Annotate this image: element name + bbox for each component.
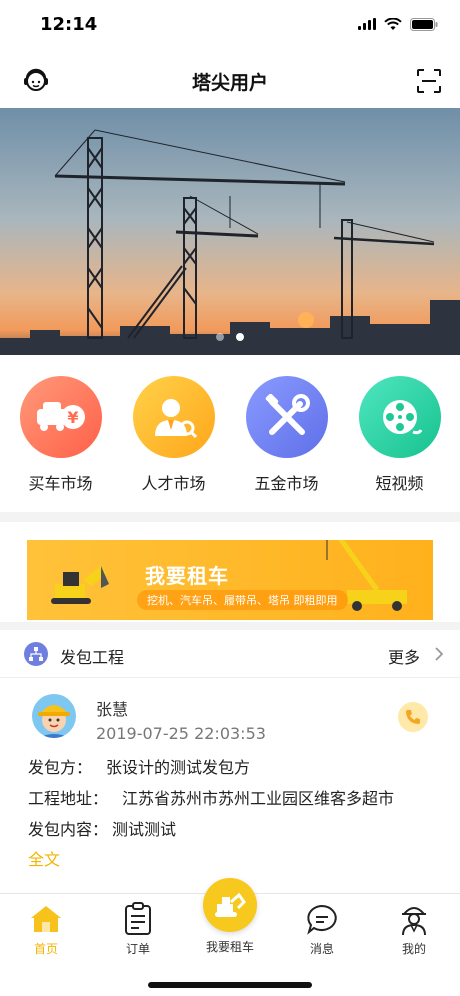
section-divider — [0, 622, 460, 630]
tab-home[interactable]: 首页 — [0, 894, 92, 964]
tab-messages[interactable]: 消息 — [276, 894, 368, 964]
post-time: 2019-07-25 22:03:53 — [96, 724, 266, 743]
phone-icon[interactable] — [398, 702, 428, 732]
rent-vehicle-banner[interactable]: 我要租车 挖机、汽车吊、履带吊、塔吊 即租即用 — [27, 540, 433, 620]
info-value: 江苏省苏州市苏州工业园区维客多超市 — [122, 789, 395, 808]
tab-label: 我的 — [401, 942, 426, 956]
status-icons — [358, 14, 438, 34]
status-time: 12:14 — [40, 14, 98, 35]
chevron-right-icon[interactable] — [434, 646, 444, 662]
tab-label: 消息 — [309, 942, 334, 956]
svg-text:¥: ¥ — [67, 408, 78, 427]
category-car-market[interactable]: ¥ 买车市场 — [9, 366, 113, 506]
info-value: 测试测试 — [112, 820, 177, 839]
signal-icon — [358, 18, 376, 30]
tools-icon — [245, 376, 328, 458]
org-chart-icon — [24, 642, 48, 666]
info-value: 张设计的测试发包方 — [106, 758, 251, 777]
banner-image — [0, 108, 460, 355]
tab-profile[interactable]: 我的 — [368, 894, 460, 964]
carousel-dots — [0, 333, 460, 341]
message-icon — [305, 902, 339, 936]
tab-label: 订单 — [125, 942, 150, 956]
orders-icon — [121, 902, 155, 936]
category-label: 短视频 — [375, 474, 424, 493]
film-reel-icon — [358, 376, 441, 458]
section-title: 发包工程 — [60, 648, 125, 667]
avatar — [32, 694, 76, 738]
category-talent-market[interactable]: 人才市场 — [122, 366, 226, 506]
talent-icon — [132, 376, 215, 458]
excavator-icon — [215, 892, 246, 917]
carousel-dot[interactable] — [216, 333, 224, 341]
profile-icon — [397, 902, 431, 936]
info-row-address: 工程地址： 江苏省苏州市苏州工业园区维客多超市 — [28, 785, 394, 809]
full-text-link[interactable]: 全文 — [28, 846, 60, 870]
category-label: 买车市场 — [28, 474, 93, 493]
more-link[interactable]: 更多 — [388, 644, 420, 668]
contract-projects-header: 发包工程 更多 — [0, 630, 460, 678]
promo-subtitle: 挖机、汽车吊、履带吊、塔吊 即租即用 — [137, 590, 348, 610]
rent-vehicle-tab-button[interactable] — [203, 878, 257, 932]
tab-bar: 首页 订单 我要租车 消息 我的 — [0, 878, 460, 996]
tab-orders[interactable]: 订单 — [92, 894, 184, 964]
scan-icon[interactable] — [416, 68, 442, 94]
tab-label: 我要租车 — [205, 940, 254, 954]
page-title: 塔尖用户 — [191, 72, 268, 94]
section-divider — [0, 512, 460, 522]
home-icon — [29, 902, 63, 936]
car-market-icon: ¥ — [19, 376, 102, 458]
info-key: 工程地址： — [28, 789, 109, 808]
category-label: 五金市场 — [254, 474, 319, 493]
nav-bar: 塔尖用户 — [0, 50, 460, 108]
category-short-video[interactable]: 短视频 — [348, 366, 452, 506]
tab-label: 首页 — [33, 942, 58, 956]
status-bar: 12:14 — [0, 0, 460, 50]
promo-title: 我要租车 — [145, 564, 229, 588]
info-row-publisher: 发包方： 张设计的测试发包方 — [28, 754, 250, 778]
info-key: 发包内容： — [28, 820, 109, 839]
battery-icon — [410, 17, 438, 31]
project-card[interactable]: 张慧 2019-07-25 22:03:53 发包方： 张设计的测试发包方 工程地… — [0, 680, 460, 885]
category-label: 人才市场 — [141, 474, 206, 493]
carousel-dot-active[interactable] — [236, 333, 244, 341]
banner-carousel[interactable] — [0, 108, 460, 355]
wifi-icon — [384, 17, 402, 30]
poster-name: 张慧 — [96, 700, 129, 719]
category-hardware-market[interactable]: 五金市场 — [235, 366, 339, 506]
info-key: 发包方： — [28, 758, 93, 777]
category-grid: ¥ 买车市场 人才市场 五金市场 短视频 — [0, 366, 460, 506]
home-indicator[interactable] — [148, 982, 312, 988]
info-row-content: 发包内容： 测试测试 — [28, 816, 176, 840]
